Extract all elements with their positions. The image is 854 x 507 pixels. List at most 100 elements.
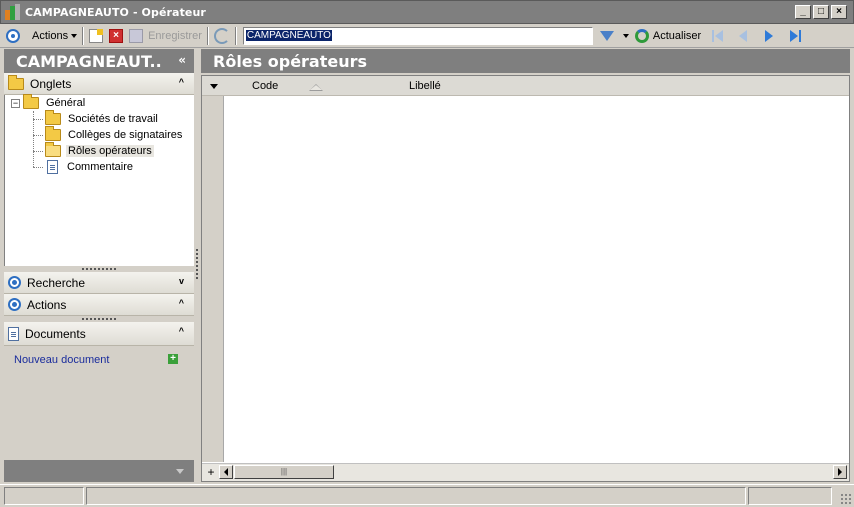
section-header-onglets[interactable]: Onglets ^ (4, 73, 194, 95)
resize-grip-icon[interactable] (840, 493, 852, 505)
filter-dropdown-button[interactable] (617, 25, 632, 47)
first-record-icon (711, 29, 714, 42)
close-button[interactable]: × (831, 5, 847, 19)
add-document-icon[interactable]: + (168, 354, 178, 364)
save-icon (129, 28, 144, 43)
new-document-link[interactable]: Nouveau document (14, 354, 109, 366)
tree-item-colleges-de-signataires[interactable]: Collèges de signataires (45, 126, 184, 143)
toolbar-separator (206, 26, 209, 45)
main-panel-header: Rôles opérateurs (201, 49, 850, 73)
section-label-recherche: Recherche (27, 275, 86, 290)
actions-icon (6, 28, 20, 43)
data-grid: Code Libellé + ||| (201, 75, 850, 482)
scroll-left-button[interactable] (219, 465, 233, 479)
tree-item-label: Général (46, 97, 86, 109)
actions-section-icon (8, 298, 21, 311)
last-record-button[interactable] (786, 27, 804, 45)
previous-record-icon (739, 29, 748, 42)
search-input[interactable]: CAMPAGNEAUTO (242, 26, 593, 45)
actions-menu-button[interactable]: Actions (0, 25, 80, 47)
toolbar: Actions × Enregistrer CAMPAGNEAUTO Actua… (0, 24, 854, 48)
app-icon (5, 4, 21, 20)
refresh-button[interactable]: Actualiser (632, 25, 704, 47)
tree-item-roles-operateurs[interactable]: Rôles opérateurs (45, 142, 154, 159)
tree-item-label: Rôles opérateurs (66, 145, 154, 157)
collapse-tree-icon[interactable]: − (11, 98, 20, 108)
main-panel: Rôles opérateurs Code Libellé + ||| (201, 49, 850, 482)
collapse-panel-icon[interactable]: « (178, 53, 186, 67)
chevron-up-icon[interactable]: ^ (179, 78, 184, 87)
left-panel: CAMPAGNEAUT.. « Onglets ^ − Général Soci… (4, 49, 194, 482)
filter-icon (599, 30, 614, 41)
sync-button[interactable] (211, 25, 233, 47)
horizontal-scrollbar[interactable]: + ||| (202, 463, 849, 481)
scroll-left-icon (224, 468, 228, 476)
tree-item-commentaire[interactable]: Commentaire (47, 159, 135, 175)
left-panel-footer (4, 460, 194, 482)
delete-button[interactable]: × (106, 25, 126, 47)
status-cell (4, 487, 84, 505)
sort-ascending-icon (309, 84, 323, 91)
folder-icon (45, 110, 61, 125)
delete-icon: × (109, 28, 124, 43)
scroll-thumb[interactable]: ||| (234, 465, 334, 479)
save-button-label: Enregistrer (148, 29, 202, 42)
documents-area: Nouveau document + (4, 346, 194, 476)
save-button[interactable]: Enregistrer (126, 25, 205, 47)
row-selector-column (202, 96, 224, 462)
last-record-icon (789, 29, 798, 42)
scroll-right-button[interactable] (833, 465, 847, 479)
tree-item-label: Commentaire (67, 161, 134, 173)
chevron-up-icon[interactable]: ^ (179, 299, 184, 308)
folder-icon (8, 74, 24, 90)
folder-icon (45, 126, 61, 141)
section-label-actions: Actions (27, 297, 67, 312)
chevron-down-icon[interactable] (176, 469, 184, 474)
toolbar-separator (234, 26, 237, 45)
previous-record-button[interactable] (734, 27, 752, 45)
refresh-label: Actualiser (652, 29, 702, 42)
folder-open-icon (45, 142, 61, 157)
first-record-button[interactable] (708, 27, 726, 45)
column-chooser-icon[interactable] (210, 84, 218, 89)
actions-menu-label: Actions (32, 29, 69, 42)
refresh-icon (634, 28, 649, 43)
left-panel-title: CAMPAGNEAUT.. (16, 51, 162, 71)
new-button[interactable] (86, 25, 106, 47)
chevron-up-icon[interactable]: ^ (179, 327, 184, 336)
tree-item-label: Sociétés de travail (68, 113, 158, 125)
folder-open-icon (23, 94, 39, 109)
minimize-button[interactable]: _ (795, 5, 811, 19)
left-panel-header: CAMPAGNEAUT.. « (4, 49, 194, 73)
caret-down-icon (71, 33, 78, 38)
tabs-tree: − Général Sociétés de travail Collèges d… (4, 94, 194, 266)
section-header-documents[interactable]: Documents ^ (4, 322, 194, 346)
section-header-actions[interactable]: Actions ^ (4, 294, 194, 316)
status-cell (748, 487, 832, 505)
toolbar-separator (82, 26, 85, 45)
tree-item-general[interactable]: − Général (11, 94, 87, 111)
chevron-down-icon[interactable]: v (179, 277, 184, 286)
search-section-icon (8, 276, 21, 289)
add-row-icon[interactable]: + (204, 465, 218, 479)
panel-splitter[interactable] (194, 49, 201, 482)
tree-guide-line (33, 151, 43, 152)
tree-guide-line (33, 119, 43, 120)
filter-button[interactable] (593, 25, 617, 47)
scroll-right-icon (838, 468, 842, 476)
tree-item-label: Collèges de signataires (68, 129, 183, 141)
column-header-code[interactable]: Code (252, 80, 278, 92)
section-label-onglets: Onglets (30, 76, 72, 91)
tree-guide-line (33, 135, 43, 136)
page-title: Rôles opérateurs (213, 51, 368, 71)
section-header-recherche[interactable]: Recherche v (4, 272, 194, 294)
status-bar (0, 484, 854, 507)
grid-header: Code Libellé (202, 76, 849, 96)
tree-guide-line (33, 167, 43, 168)
next-record-icon (765, 29, 774, 42)
tree-item-societes-de-travail[interactable]: Sociétés de travail (45, 110, 160, 127)
maximize-button[interactable]: □ (813, 5, 829, 19)
column-header-libelle[interactable]: Libellé (409, 80, 441, 92)
status-cell (86, 487, 746, 505)
next-record-button[interactable] (760, 27, 778, 45)
